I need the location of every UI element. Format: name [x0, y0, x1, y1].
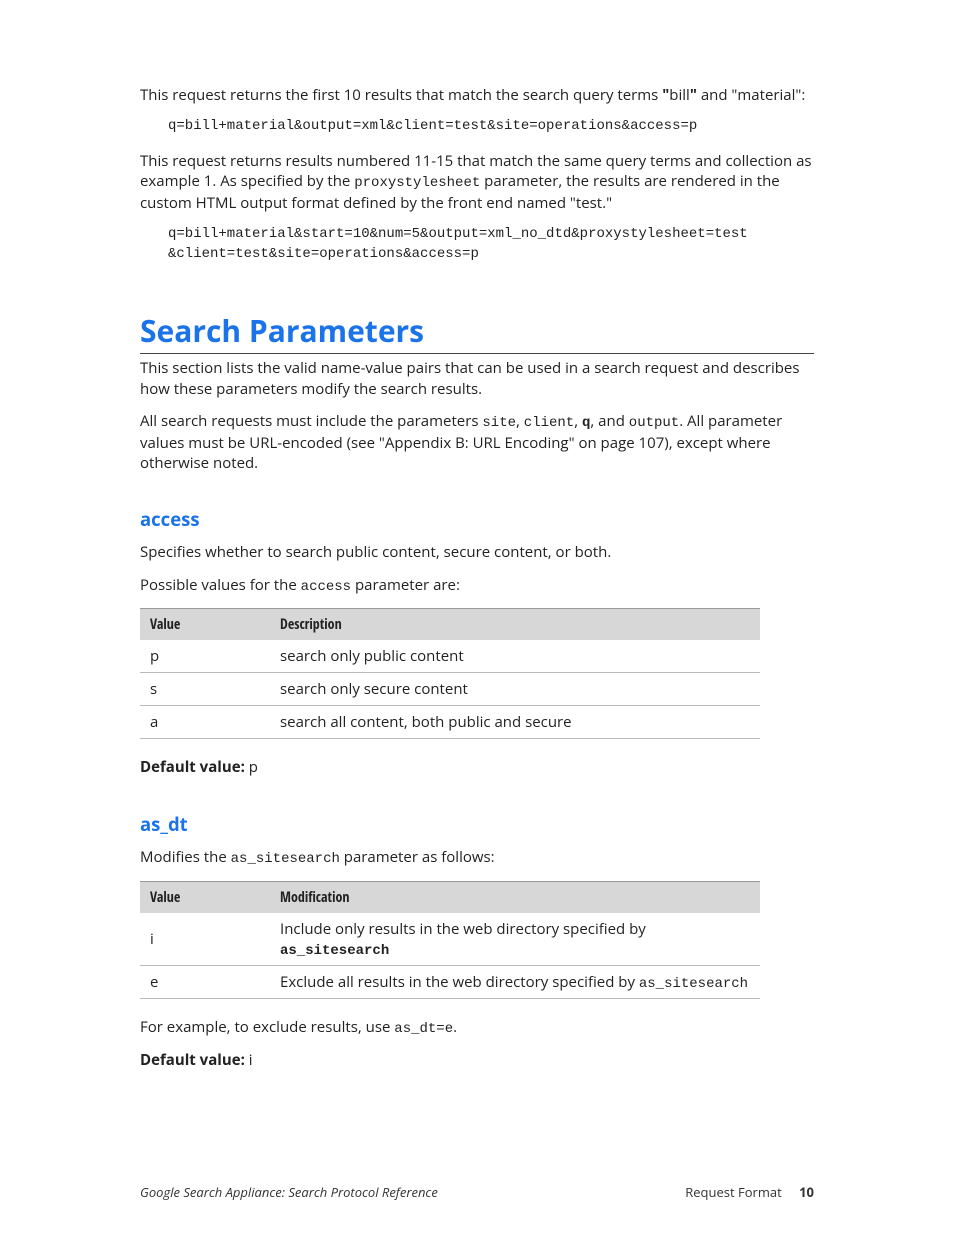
table-header-modification: Modification — [270, 881, 760, 913]
search-params-paragraph-1: This section lists the valid name-value … — [140, 358, 814, 399]
table-row: e Exclude all results in the web directo… — [140, 965, 760, 998]
section-heading-search-parameters: Search Parameters — [140, 310, 814, 354]
table-row: a search all content, both public and se… — [140, 706, 760, 739]
table-header-value: Value — [140, 609, 270, 641]
page-content: This request returns the first 10 result… — [0, 0, 954, 1143]
page-number: 10 — [799, 1183, 814, 1201]
as-dt-default-value: Default value: i — [140, 1050, 814, 1070]
access-description: Specifies whether to search public conte… — [140, 542, 814, 562]
access-default-value: Default value: p — [140, 757, 814, 777]
access-lead: Possible values for the access parameter… — [140, 575, 814, 597]
footer-doc-title: Google Search Appliance: Search Protocol… — [140, 1183, 438, 1201]
table-header-value: Value — [140, 881, 270, 913]
intro-paragraph-2: This request returns results numbered 11… — [140, 151, 814, 213]
code-block-1: q=bill+material&output=xml&client=test&s… — [140, 117, 814, 137]
access-table: Value Description p search only public c… — [140, 608, 760, 739]
intro-paragraph-1: This request returns the first 10 result… — [140, 85, 814, 105]
code-block-2: q=bill+material&start=10&num=5&output=xm… — [140, 225, 814, 264]
subsection-heading-access: access — [140, 507, 814, 532]
table-header-description: Description — [270, 609, 760, 641]
table-row: s search only secure content — [140, 673, 760, 706]
table-row: i Include only results in the web direct… — [140, 913, 760, 966]
table-row: p search only public content — [140, 640, 760, 673]
footer-section: Request Format 10 — [685, 1183, 814, 1201]
page-footer: Google Search Appliance: Search Protocol… — [140, 1183, 814, 1201]
as-dt-table: Value Modification i Include only result… — [140, 881, 760, 999]
search-params-paragraph-2: All search requests must include the par… — [140, 411, 814, 473]
subsection-heading-as-dt: as_dt — [140, 812, 814, 837]
as-dt-example: For example, to exclude results, use as_… — [140, 1017, 814, 1039]
as-dt-description: Modifies the as_sitesearch parameter as … — [140, 847, 814, 869]
